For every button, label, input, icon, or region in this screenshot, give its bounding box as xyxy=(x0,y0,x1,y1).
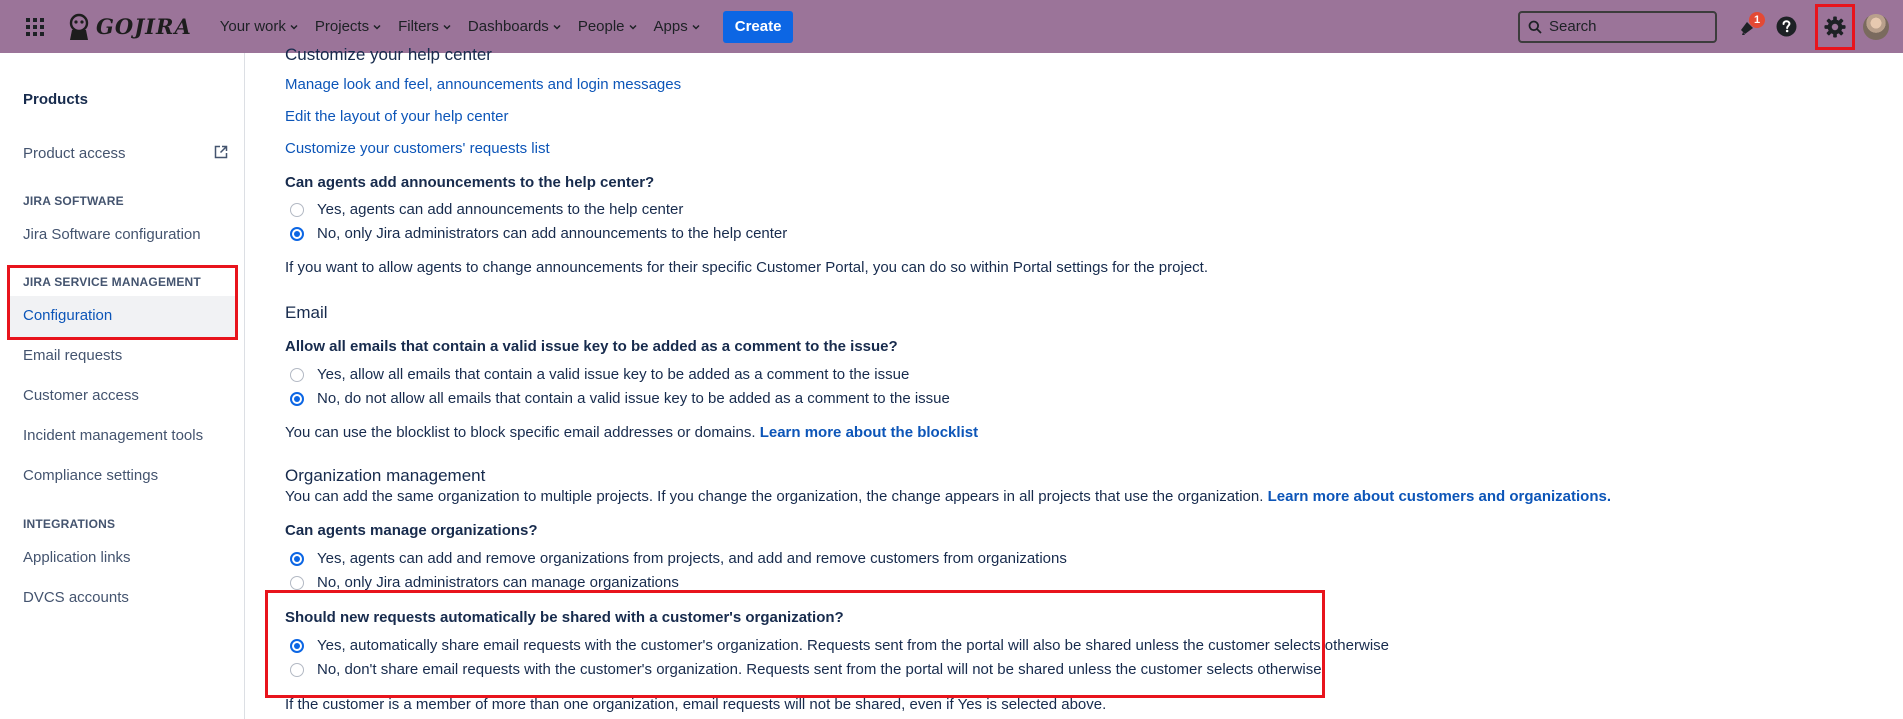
logo-text: GOJIRA xyxy=(96,14,192,39)
radio-label: Yes, agents can add and remove organizat… xyxy=(317,550,1067,567)
radio-option-email-no[interactable]: No, do not allow all emails that contain… xyxy=(290,390,950,407)
notifications-button[interactable]: 1 xyxy=(1731,10,1765,44)
email-question: Allow all emails that contain a valid is… xyxy=(285,338,898,355)
chevron-down-icon xyxy=(552,22,562,32)
sidebar-section-jira-software: JIRA SOFTWARE xyxy=(23,194,124,208)
nav-apps[interactable]: Apps xyxy=(646,9,709,45)
gear-icon xyxy=(1824,15,1846,38)
notification-badge: 1 xyxy=(1749,11,1765,28)
radio-label: No, only Jira administrators can manage … xyxy=(317,574,679,591)
radio-option-orgs-yes[interactable]: Yes, agents can add and remove organizat… xyxy=(290,550,1067,567)
search-input[interactable] xyxy=(1549,18,1699,35)
nav-label: Dashboards xyxy=(467,18,549,35)
nav-dashboards[interactable]: Dashboards xyxy=(460,9,570,45)
sidebar-item-email-requests[interactable]: Email requests xyxy=(23,347,228,364)
chevron-down-icon xyxy=(628,22,638,32)
highlight-box-share-requests xyxy=(265,590,1325,698)
site-logo[interactable]: GOJIRA xyxy=(66,13,192,41)
chevron-down-icon xyxy=(691,22,701,32)
customize-requests-list-link[interactable]: Customize your customers' requests list xyxy=(285,140,550,157)
organization-description-text: You can add the same organization to mul… xyxy=(285,488,1264,505)
customers-organizations-link[interactable]: Learn more about customers and organizat… xyxy=(1268,488,1611,505)
nav-label: Projects xyxy=(314,18,370,35)
sidebar-heading: Products xyxy=(23,91,89,108)
announcements-question: Can agents add announcements to the help… xyxy=(285,174,655,191)
organization-description: You can add the same organization to mul… xyxy=(285,488,1611,505)
chevron-down-icon xyxy=(372,22,382,32)
radio-label: Yes, agents can add announcements to the… xyxy=(317,201,684,218)
help-button[interactable] xyxy=(1769,10,1803,44)
chevron-down-icon xyxy=(289,22,299,32)
help-icon xyxy=(1776,16,1796,37)
radio-button[interactable] xyxy=(290,202,304,217)
admin-sidebar: Products Product access JIRA SOFTWARE Ji… xyxy=(0,53,245,719)
nav-label: People xyxy=(577,18,625,35)
highlight-box-sidebar xyxy=(7,265,238,340)
radio-label: No, only Jira administrators can add ann… xyxy=(317,225,788,242)
nav-projects[interactable]: Projects xyxy=(307,9,390,45)
radio-label: No, do not allow all emails that contain… xyxy=(317,390,950,407)
radio-option-announcements-no[interactable]: No, only Jira administrators can add ann… xyxy=(290,225,787,242)
radio-option-email-yes[interactable]: Yes, allow all emails that contain a val… xyxy=(290,366,909,383)
sidebar-item-dvcs-accounts[interactable]: DVCS accounts xyxy=(23,589,228,606)
sidebar-item-label: Product access xyxy=(23,145,126,162)
chevron-down-icon xyxy=(442,22,452,32)
app-switcher-button[interactable] xyxy=(18,10,52,44)
nav-people[interactable]: People xyxy=(570,9,646,45)
sidebar-section-integrations: INTEGRATIONS xyxy=(23,517,116,531)
nav-right-group: 1 xyxy=(1518,0,1903,53)
organization-section-title: Organization management xyxy=(285,466,486,485)
share-requests-note: If the customer is a member of more than… xyxy=(285,696,1107,713)
edit-layout-link[interactable]: Edit the layout of your help center xyxy=(285,108,508,125)
radio-label: Yes, allow all emails that contain a val… xyxy=(317,366,910,383)
create-button[interactable]: Create xyxy=(722,10,794,43)
sidebar-item-compliance-settings[interactable]: Compliance settings xyxy=(23,467,228,484)
user-avatar[interactable] xyxy=(1863,13,1889,40)
email-section-title: Email xyxy=(285,303,328,322)
radio-option-orgs-no[interactable]: No, only Jira administrators can manage … xyxy=(290,574,679,591)
sidebar-item-product-access[interactable]: Product access xyxy=(23,145,228,162)
gojira-logo-icon xyxy=(69,13,89,40)
search-icon xyxy=(1528,20,1542,34)
grid-icon xyxy=(26,17,44,36)
sidebar-item-incident-management-tools[interactable]: Incident management tools xyxy=(23,427,228,444)
radio-button[interactable] xyxy=(290,575,304,590)
blocklist-link[interactable]: Learn more about the blocklist xyxy=(760,424,978,441)
settings-button[interactable] xyxy=(1815,3,1855,50)
nav-label: Apps xyxy=(653,18,688,35)
nav-your-work[interactable]: Your work xyxy=(212,9,307,45)
nav-label: Filters xyxy=(398,18,439,35)
sidebar-item-customer-access[interactable]: Customer access xyxy=(23,387,228,404)
look-and-feel-link[interactable]: Manage look and feel, announcements and … xyxy=(285,76,681,93)
announcements-note: If you want to allow agents to change an… xyxy=(285,259,1208,276)
radio-button[interactable] xyxy=(290,367,304,382)
manage-organizations-question: Can agents manage organizations? xyxy=(285,522,538,539)
blocklist-text: You can use the blocklist to block speci… xyxy=(285,424,756,441)
radio-option-announcements-yes[interactable]: Yes, agents can add announcements to the… xyxy=(290,201,683,218)
blocklist-note: You can use the blocklist to block speci… xyxy=(285,424,978,441)
nav-filters[interactable]: Filters xyxy=(390,9,460,45)
main-content: Customize your help center Manage look a… xyxy=(246,45,1903,719)
external-link-icon xyxy=(214,145,228,163)
sidebar-item-jira-software-configuration[interactable]: Jira Software configuration xyxy=(23,226,228,243)
radio-button[interactable] xyxy=(290,226,304,241)
sidebar-item-application-links[interactable]: Application links xyxy=(23,549,228,566)
nav-label: Your work xyxy=(219,18,286,35)
radio-button[interactable] xyxy=(290,551,304,566)
search-box[interactable] xyxy=(1518,10,1717,43)
radio-button[interactable] xyxy=(290,391,304,406)
help-center-heading: Customize your help center xyxy=(285,45,492,64)
